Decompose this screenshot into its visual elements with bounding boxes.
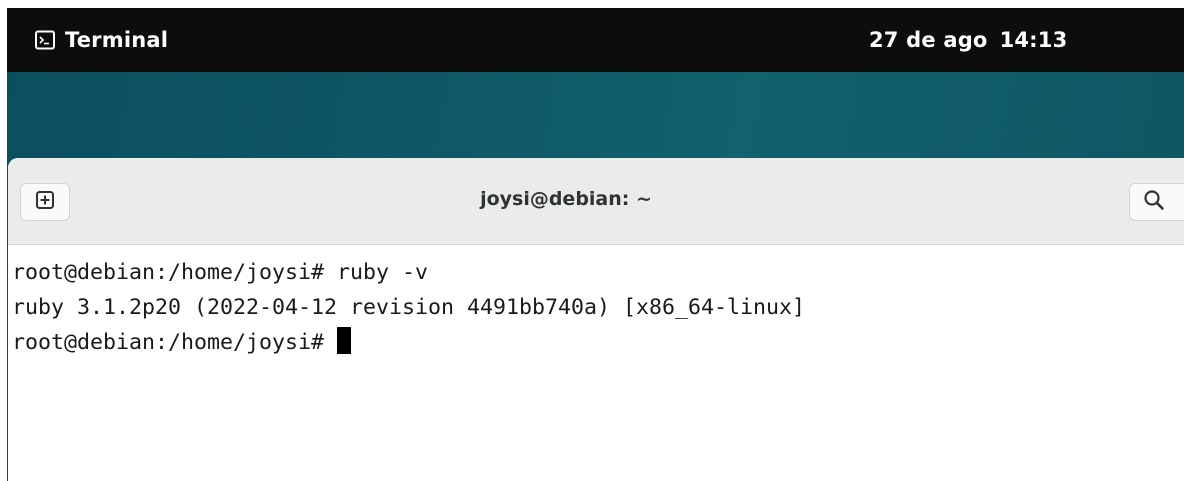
desktop: Terminal 27 de ago 14:13 joysi@debian: ~ bbox=[7, 8, 1184, 481]
search-icon bbox=[1143, 189, 1165, 216]
clock[interactable]: 27 de ago 14:13 bbox=[869, 26, 1067, 54]
terminal-icon bbox=[34, 29, 56, 51]
terminal-line: ruby 3.1.2p20 (2022-04-12 revision 4491b… bbox=[12, 295, 806, 320]
terminal-output[interactable]: root@debian:/home/joysi# ruby -v ruby 3.… bbox=[8, 245, 1184, 481]
window-title: joysi@debian: ~ bbox=[480, 188, 652, 210]
terminal-window: joysi@debian: ~ root@debian:/home/joysi#… bbox=[8, 158, 1184, 481]
app-name: Terminal bbox=[65, 28, 169, 52]
header-bar: joysi@debian: ~ bbox=[8, 158, 1184, 245]
app-menu-button[interactable]: Terminal bbox=[34, 26, 168, 54]
search-button[interactable] bbox=[1129, 183, 1184, 221]
terminal-prompt-line: root@debian:/home/joysi# bbox=[8, 325, 1184, 360]
clock-time: 14:13 bbox=[999, 28, 1068, 52]
terminal-prompt: root@debian:/home/joysi# bbox=[12, 330, 338, 355]
terminal-line: root@debian:/home/joysi# ruby -v bbox=[12, 260, 429, 285]
clock-date: 27 de ago bbox=[869, 28, 988, 52]
text-cursor bbox=[337, 327, 352, 354]
top-bar: Terminal 27 de ago 14:13 bbox=[7, 8, 1184, 72]
